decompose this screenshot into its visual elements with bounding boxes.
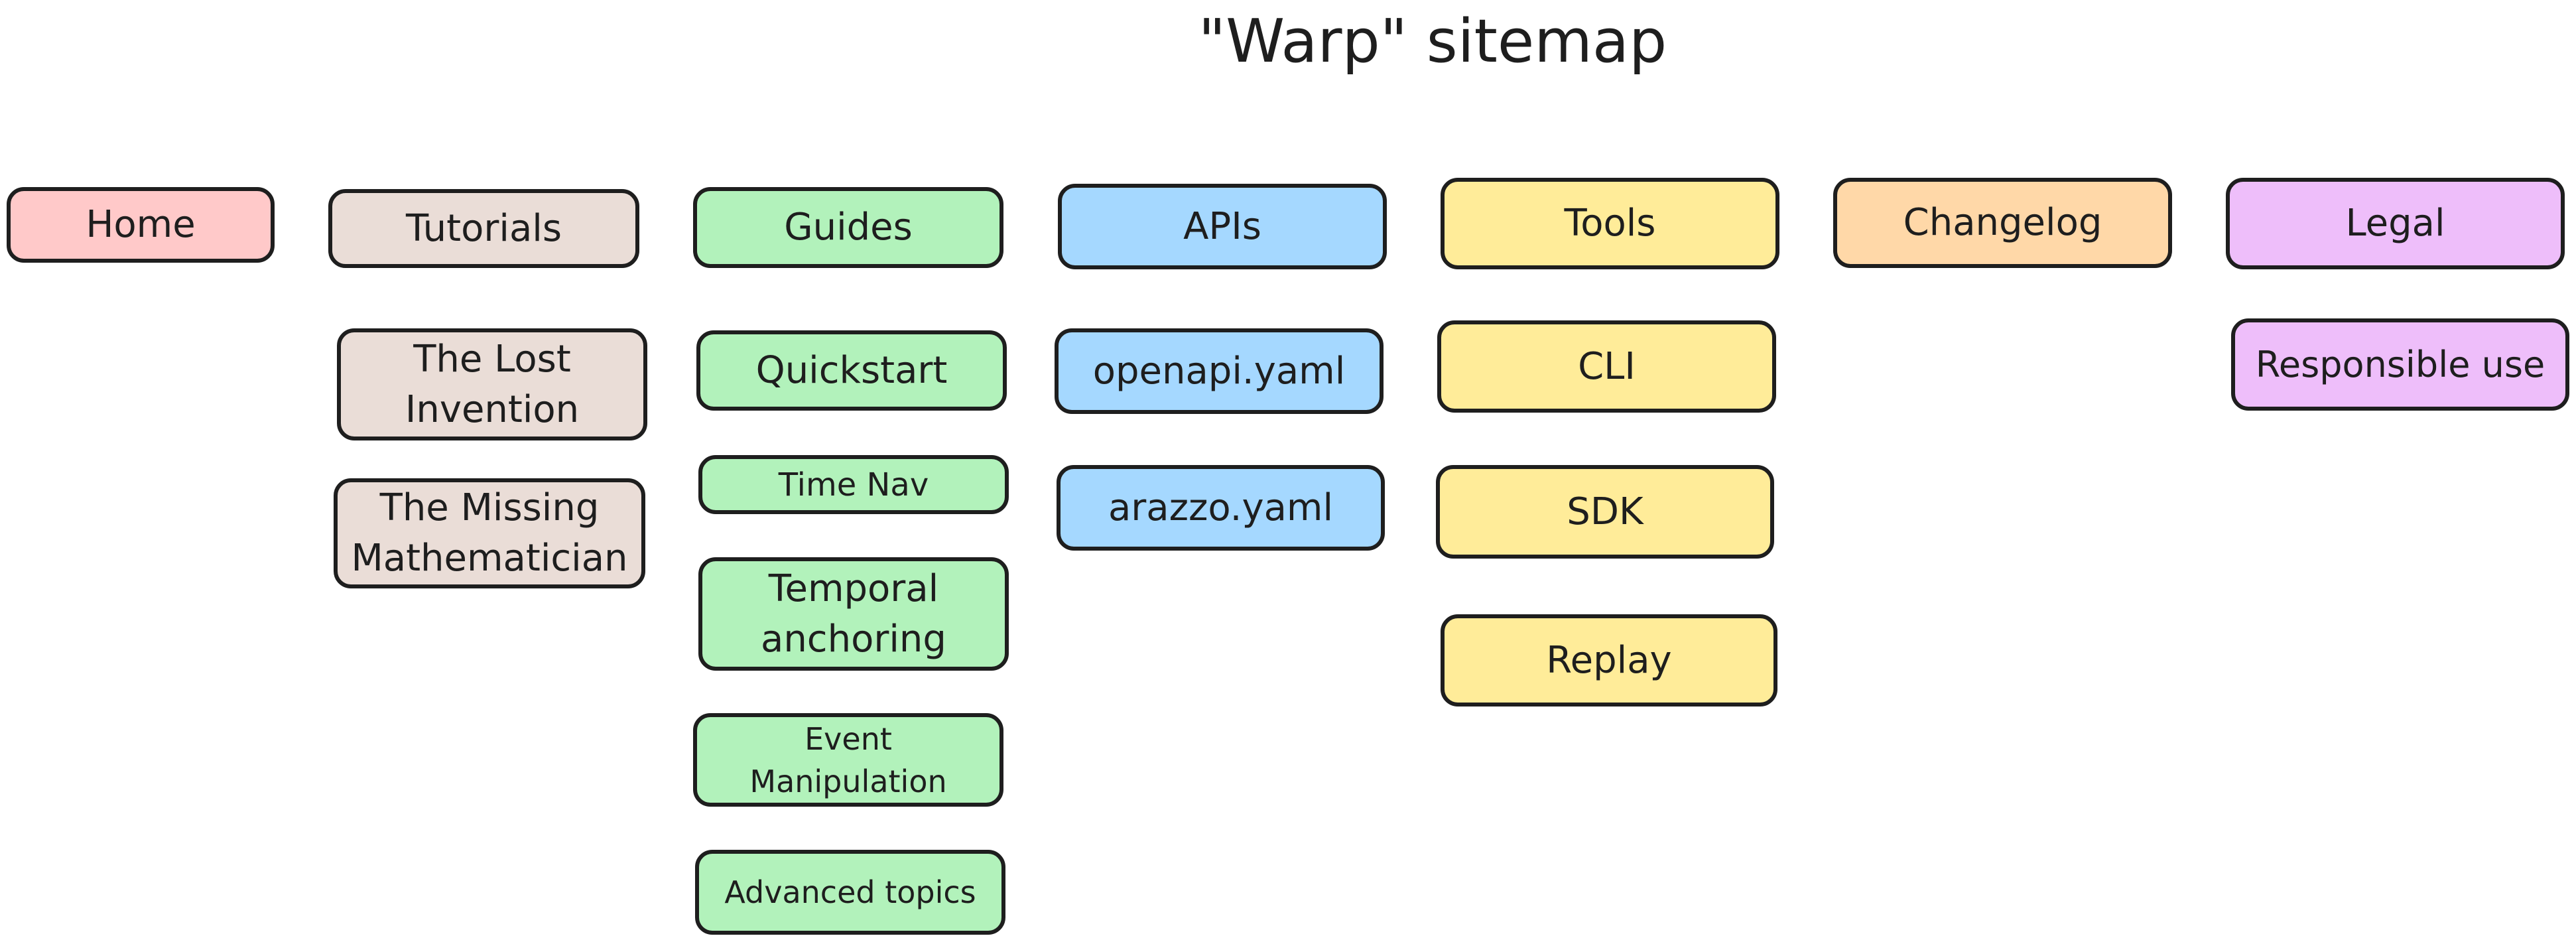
node-label: openapi.yaml bbox=[1092, 349, 1346, 393]
node-label: Quickstart bbox=[755, 348, 948, 392]
node-openapi-yaml[interactable]: openapi.yaml bbox=[1055, 328, 1384, 414]
node-label: Replay bbox=[1546, 638, 1672, 682]
node-legal[interactable]: Legal bbox=[2226, 178, 2565, 269]
node-guides[interactable]: Guides bbox=[693, 187, 1003, 268]
node-tools[interactable]: Tools bbox=[1441, 178, 1779, 269]
node-label: The Missing Mathematician bbox=[351, 486, 628, 580]
node-label: Legal bbox=[2345, 202, 2445, 245]
node-sdk[interactable]: SDK bbox=[1436, 465, 1774, 559]
node-event-manipulation[interactable]: Event Manipulation bbox=[693, 713, 1003, 807]
node-label: SDK bbox=[1567, 490, 1643, 533]
node-label: Changelog bbox=[1903, 201, 2102, 244]
node-label: Guides bbox=[784, 206, 913, 249]
node-label: Home bbox=[86, 203, 196, 246]
node-quickstart[interactable]: Quickstart bbox=[696, 330, 1007, 411]
node-label: Tools bbox=[1564, 202, 1656, 245]
node-label: Advanced topics bbox=[724, 874, 976, 910]
node-home[interactable]: Home bbox=[7, 187, 275, 263]
node-label: Event Manipulation bbox=[749, 720, 947, 799]
node-changelog[interactable]: Changelog bbox=[1833, 178, 2172, 268]
node-advanced-topics[interactable]: Advanced topics bbox=[695, 850, 1005, 935]
node-responsible-use[interactable]: Responsible use bbox=[2231, 318, 2569, 411]
node-label: The Lost Invention bbox=[405, 337, 580, 431]
node-arazzo-yaml[interactable]: arazzo.yaml bbox=[1057, 465, 1385, 551]
node-the-missing-mathematician[interactable]: The Missing Mathematician bbox=[334, 478, 645, 588]
node-label: Time Nav bbox=[778, 466, 929, 504]
node-time-nav[interactable]: Time Nav bbox=[698, 455, 1009, 514]
node-tutorials[interactable]: Tutorials bbox=[328, 189, 639, 268]
node-label: Responsible use bbox=[2255, 343, 2545, 385]
node-label: arazzo.yaml bbox=[1108, 486, 1334, 529]
node-label: Temporal anchoring bbox=[761, 567, 946, 661]
diagram-title: "Warp" sitemap bbox=[1198, 7, 1667, 76]
node-apis[interactable]: APIs bbox=[1058, 184, 1387, 269]
node-the-lost-invention[interactable]: The Lost Invention bbox=[337, 328, 647, 440]
node-label: CLI bbox=[1578, 344, 1636, 388]
node-label: Tutorials bbox=[405, 206, 562, 250]
node-label: APIs bbox=[1183, 204, 1261, 248]
node-temporal-anchoring[interactable]: Temporal anchoring bbox=[698, 557, 1009, 671]
node-cli[interactable]: CLI bbox=[1437, 320, 1776, 413]
sitemap-canvas: "Warp" sitemap Home Tutorials Guides API… bbox=[0, 0, 2576, 942]
node-replay[interactable]: Replay bbox=[1441, 614, 1777, 706]
